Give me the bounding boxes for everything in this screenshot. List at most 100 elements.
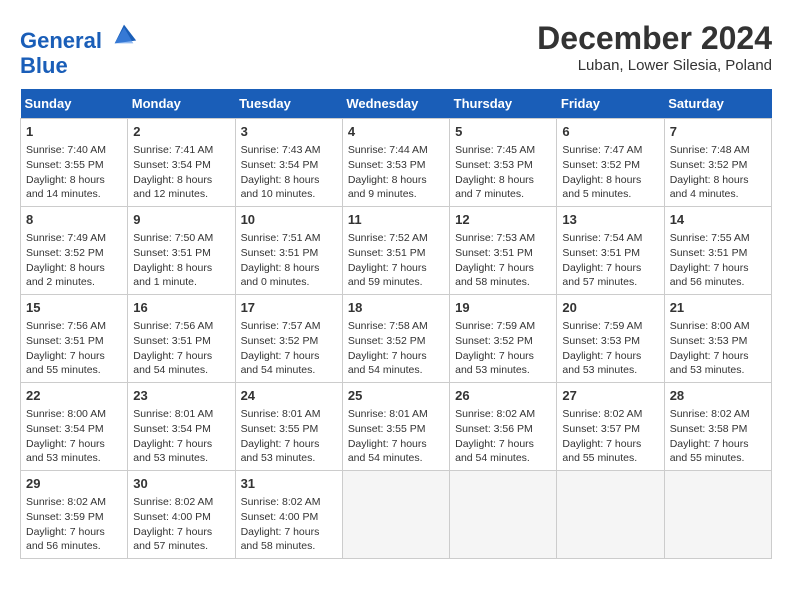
calendar-cell: 14 Sunrise: 7:55 AM Sunset: 3:51 PM Dayl…: [664, 207, 771, 295]
calendar-cell: 22 Sunrise: 8:00 AM Sunset: 3:54 PM Dayl…: [21, 383, 128, 471]
day-number: 14: [670, 211, 766, 229]
calendar-cell: 10 Sunrise: 7:51 AM Sunset: 3:51 PM Dayl…: [235, 207, 342, 295]
day-info: Sunrise: 8:01 AM Sunset: 3:54 PM Dayligh…: [133, 407, 229, 466]
day-info: Sunrise: 7:51 AM Sunset: 3:51 PM Dayligh…: [241, 231, 337, 290]
week-row-2: 8 Sunrise: 7:49 AM Sunset: 3:52 PM Dayli…: [21, 207, 772, 295]
day-number: 24: [241, 387, 337, 405]
day-number: 30: [133, 475, 229, 493]
day-info: Sunrise: 7:41 AM Sunset: 3:54 PM Dayligh…: [133, 143, 229, 202]
calendar-cell: 23 Sunrise: 8:01 AM Sunset: 3:54 PM Dayl…: [128, 383, 235, 471]
day-number: 1: [26, 123, 122, 141]
calendar-cell: 13 Sunrise: 7:54 AM Sunset: 3:51 PM Dayl…: [557, 207, 664, 295]
calendar-cell: 28 Sunrise: 8:02 AM Sunset: 3:58 PM Dayl…: [664, 383, 771, 471]
day-info: Sunrise: 8:02 AM Sunset: 3:59 PM Dayligh…: [26, 495, 122, 554]
day-number: 16: [133, 299, 229, 317]
calendar-cell: 21 Sunrise: 8:00 AM Sunset: 3:53 PM Dayl…: [664, 295, 771, 383]
day-number: 25: [348, 387, 444, 405]
day-info: Sunrise: 7:49 AM Sunset: 3:52 PM Dayligh…: [26, 231, 122, 290]
day-number: 8: [26, 211, 122, 229]
location-title: Luban, Lower Silesia, Poland: [537, 57, 772, 74]
calendar-cell: [342, 470, 449, 558]
day-number: 22: [26, 387, 122, 405]
calendar-cell: 15 Sunrise: 7:56 AM Sunset: 3:51 PM Dayl…: [21, 295, 128, 383]
weekday-header-tuesday: Tuesday: [235, 89, 342, 119]
calendar-cell: 8 Sunrise: 7:49 AM Sunset: 3:52 PM Dayli…: [21, 207, 128, 295]
day-number: 10: [241, 211, 337, 229]
day-number: 6: [562, 123, 658, 141]
calendar-cell: [557, 470, 664, 558]
day-info: Sunrise: 7:44 AM Sunset: 3:53 PM Dayligh…: [348, 143, 444, 202]
day-number: 15: [26, 299, 122, 317]
calendar-cell: 17 Sunrise: 7:57 AM Sunset: 3:52 PM Dayl…: [235, 295, 342, 383]
day-number: 13: [562, 211, 658, 229]
calendar-cell: 24 Sunrise: 8:01 AM Sunset: 3:55 PM Dayl…: [235, 383, 342, 471]
day-info: Sunrise: 7:48 AM Sunset: 3:52 PM Dayligh…: [670, 143, 766, 202]
logo-general: General: [20, 28, 102, 53]
day-info: Sunrise: 7:59 AM Sunset: 3:53 PM Dayligh…: [562, 319, 658, 378]
calendar-cell: 18 Sunrise: 7:58 AM Sunset: 3:52 PM Dayl…: [342, 295, 449, 383]
weekday-header-saturday: Saturday: [664, 89, 771, 119]
day-info: Sunrise: 7:59 AM Sunset: 3:52 PM Dayligh…: [455, 319, 551, 378]
day-number: 21: [670, 299, 766, 317]
calendar-cell: 20 Sunrise: 7:59 AM Sunset: 3:53 PM Dayl…: [557, 295, 664, 383]
day-info: Sunrise: 7:58 AM Sunset: 3:52 PM Dayligh…: [348, 319, 444, 378]
week-row-5: 29 Sunrise: 8:02 AM Sunset: 3:59 PM Dayl…: [21, 470, 772, 558]
day-info: Sunrise: 7:43 AM Sunset: 3:54 PM Dayligh…: [241, 143, 337, 202]
day-info: Sunrise: 7:55 AM Sunset: 3:51 PM Dayligh…: [670, 231, 766, 290]
day-info: Sunrise: 8:01 AM Sunset: 3:55 PM Dayligh…: [348, 407, 444, 466]
logo-text: General: [20, 20, 138, 53]
calendar-cell: 16 Sunrise: 7:56 AM Sunset: 3:51 PM Dayl…: [128, 295, 235, 383]
calendar-cell: 19 Sunrise: 7:59 AM Sunset: 3:52 PM Dayl…: [450, 295, 557, 383]
day-info: Sunrise: 8:02 AM Sunset: 3:58 PM Dayligh…: [670, 407, 766, 466]
weekday-header-friday: Friday: [557, 89, 664, 119]
calendar-cell: 12 Sunrise: 7:53 AM Sunset: 3:51 PM Dayl…: [450, 207, 557, 295]
day-info: Sunrise: 7:50 AM Sunset: 3:51 PM Dayligh…: [133, 231, 229, 290]
weekday-header-sunday: Sunday: [21, 89, 128, 119]
day-number: 11: [348, 211, 444, 229]
calendar-cell: 4 Sunrise: 7:44 AM Sunset: 3:53 PM Dayli…: [342, 119, 449, 207]
day-info: Sunrise: 7:56 AM Sunset: 3:51 PM Dayligh…: [133, 319, 229, 378]
day-number: 17: [241, 299, 337, 317]
calendar-cell: 11 Sunrise: 7:52 AM Sunset: 3:51 PM Dayl…: [342, 207, 449, 295]
day-number: 26: [455, 387, 551, 405]
calendar-cell: 9 Sunrise: 7:50 AM Sunset: 3:51 PM Dayli…: [128, 207, 235, 295]
page-header: General Blue December 2024 Luban, Lower …: [20, 20, 772, 79]
day-number: 28: [670, 387, 766, 405]
day-number: 7: [670, 123, 766, 141]
calendar-cell: 26 Sunrise: 8:02 AM Sunset: 3:56 PM Dayl…: [450, 383, 557, 471]
day-number: 5: [455, 123, 551, 141]
day-info: Sunrise: 7:52 AM Sunset: 3:51 PM Dayligh…: [348, 231, 444, 290]
weekday-header-wednesday: Wednesday: [342, 89, 449, 119]
day-number: 4: [348, 123, 444, 141]
calendar-cell: 2 Sunrise: 7:41 AM Sunset: 3:54 PM Dayli…: [128, 119, 235, 207]
day-info: Sunrise: 8:00 AM Sunset: 3:53 PM Dayligh…: [670, 319, 766, 378]
day-number: 20: [562, 299, 658, 317]
day-number: 19: [455, 299, 551, 317]
calendar-cell: 25 Sunrise: 8:01 AM Sunset: 3:55 PM Dayl…: [342, 383, 449, 471]
calendar-cell: 5 Sunrise: 7:45 AM Sunset: 3:53 PM Dayli…: [450, 119, 557, 207]
day-number: 23: [133, 387, 229, 405]
day-info: Sunrise: 8:01 AM Sunset: 3:55 PM Dayligh…: [241, 407, 337, 466]
calendar-cell: 27 Sunrise: 8:02 AM Sunset: 3:57 PM Dayl…: [557, 383, 664, 471]
calendar-cell: [664, 470, 771, 558]
calendar-cell: 31 Sunrise: 8:02 AM Sunset: 4:00 PM Dayl…: [235, 470, 342, 558]
title-block: December 2024 Luban, Lower Silesia, Pola…: [537, 20, 772, 74]
day-info: Sunrise: 8:02 AM Sunset: 4:00 PM Dayligh…: [241, 495, 337, 554]
logo-icon: [110, 20, 138, 48]
calendar-cell: 30 Sunrise: 8:02 AM Sunset: 4:00 PM Dayl…: [128, 470, 235, 558]
day-info: Sunrise: 7:47 AM Sunset: 3:52 PM Dayligh…: [562, 143, 658, 202]
day-info: Sunrise: 8:02 AM Sunset: 4:00 PM Dayligh…: [133, 495, 229, 554]
day-info: Sunrise: 8:00 AM Sunset: 3:54 PM Dayligh…: [26, 407, 122, 466]
day-info: Sunrise: 8:02 AM Sunset: 3:56 PM Dayligh…: [455, 407, 551, 466]
day-number: 9: [133, 211, 229, 229]
week-row-4: 22 Sunrise: 8:00 AM Sunset: 3:54 PM Dayl…: [21, 383, 772, 471]
day-info: Sunrise: 7:54 AM Sunset: 3:51 PM Dayligh…: [562, 231, 658, 290]
logo: General Blue: [20, 20, 138, 79]
calendar-cell: 29 Sunrise: 8:02 AM Sunset: 3:59 PM Dayl…: [21, 470, 128, 558]
week-row-1: 1 Sunrise: 7:40 AM Sunset: 3:55 PM Dayli…: [21, 119, 772, 207]
day-number: 18: [348, 299, 444, 317]
calendar-table: SundayMondayTuesdayWednesdayThursdayFrid…: [20, 89, 772, 559]
logo-blue: Blue: [20, 53, 138, 79]
calendar-cell: 6 Sunrise: 7:47 AM Sunset: 3:52 PM Dayli…: [557, 119, 664, 207]
day-info: Sunrise: 7:57 AM Sunset: 3:52 PM Dayligh…: [241, 319, 337, 378]
